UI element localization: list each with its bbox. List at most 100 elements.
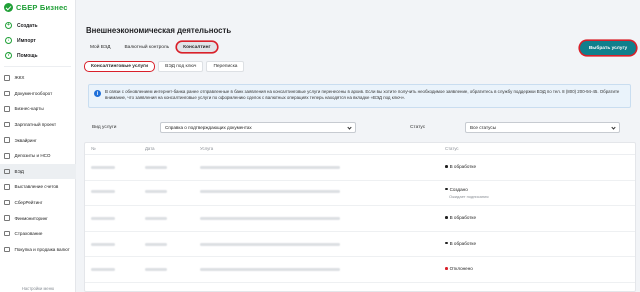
globe-icon: [4, 168, 10, 175]
tab-consulting[interactable]: Консалтинг: [177, 42, 217, 52]
sidebar-item-label: СберРейтинг: [14, 200, 43, 206]
sidebar-item-insurance[interactable]: Страхование: [0, 226, 76, 242]
choose-service-button[interactable]: Выбрать услугу: [580, 41, 636, 55]
table-row[interactable]: Создано Ожидает подписания: [85, 181, 635, 206]
sber-logo-icon: [4, 3, 13, 12]
sidebar-item-label: Зарплатный проект: [14, 122, 57, 128]
info-icon: i: [94, 90, 101, 97]
currency-icon: [4, 246, 10, 253]
status-text: Отклонено: [449, 266, 473, 271]
brand-name: СБЕР Бизнес: [16, 3, 68, 12]
main-tabs: Мой ВЭД Валютный контроль Консалтинг: [84, 42, 217, 52]
sidebar-item-salary[interactable]: Зарплатный проект: [0, 117, 76, 133]
subtab-correspondence[interactable]: Переписка: [206, 61, 245, 72]
card-icon: [4, 106, 10, 112]
sidebar-item-invoices[interactable]: Выставление счетов: [0, 179, 76, 195]
house-icon: [4, 75, 10, 81]
redacted-number: [91, 217, 115, 220]
acquiring-icon: [4, 137, 10, 143]
sidebar: СБЕР Бизнес + Создать ↓ Импорт ? Помощь …: [0, 0, 76, 292]
column-status: Статус: [445, 146, 459, 151]
column-number: №: [91, 146, 96, 151]
status-note: Ожидает подписания: [449, 193, 489, 199]
status-text: Создано: [449, 186, 468, 192]
chevron-down-icon: [611, 125, 616, 130]
redacted-date: [145, 242, 167, 246]
sidebar-item-finmonitoring[interactable]: Финмониторинг: [0, 210, 76, 226]
subtab-turnkey-ved[interactable]: ВЭД под ключ: [158, 61, 204, 72]
column-service: Услуга: [200, 146, 214, 151]
status-filter-label: Статус: [410, 125, 426, 130]
sidebar-item-zhkh[interactable]: ЖКХ: [0, 70, 76, 86]
status-dot: [445, 216, 448, 219]
logo[interactable]: СБЕР Бизнес: [4, 3, 68, 12]
column-date: Дата: [145, 146, 155, 151]
create-label: Создать: [17, 22, 38, 29]
sidebar-item-ved[interactable]: ВЭД: [0, 163, 76, 180]
redacted-number: [91, 268, 115, 271]
status-dot: [445, 165, 448, 168]
status-dot: [445, 187, 448, 191]
redacted-number: [91, 166, 115, 169]
table-row[interactable]: В обработке: [85, 155, 635, 181]
redacted-service: [200, 242, 340, 246]
insurance-icon: [4, 230, 10, 237]
import-icon: ↓: [5, 37, 12, 44]
service-select[interactable]: Справка о подтверждающих документах: [160, 122, 356, 133]
sidebar-item-label: Выставление счетов: [14, 184, 59, 190]
table-header: № Дата Услуга Статус: [85, 143, 635, 155]
page-title: Внешнеэкономическая деятельность: [86, 26, 232, 35]
status-badge: Создано: [445, 187, 468, 192]
sidebar-item-business-cards[interactable]: Бизнес-карты: [0, 101, 76, 117]
redacted-date: [145, 189, 167, 193]
table-row[interactable]: Отклонено: [85, 257, 635, 283]
sidebar-item-label: Документооборот: [14, 90, 53, 96]
redacted-date: [145, 217, 167, 220]
plus-icon: +: [5, 22, 12, 29]
subtab-consulting-services[interactable]: Консалтинговые услуги: [84, 61, 156, 72]
sidebar-divider: [4, 66, 71, 67]
status-badge: В обработке: [445, 241, 476, 246]
sidebar-item-currency[interactable]: Покупка и продажа валют: [0, 242, 76, 258]
status-select[interactable]: Все статусы: [465, 122, 620, 133]
documents-icon: [4, 90, 10, 97]
tab-currency-control[interactable]: Валютный контроль: [118, 42, 175, 52]
redacted-date: [145, 166, 167, 169]
rating-icon: [4, 199, 10, 206]
salary-icon: [4, 121, 10, 128]
status-badge: Отклонено: [445, 266, 473, 271]
sidebar-item-documents[interactable]: Документооборот: [0, 86, 76, 102]
sidebar-item-deposits[interactable]: Депозиты и НСО: [0, 148, 76, 164]
menu-settings-link[interactable]: Настройки меню: [0, 286, 76, 291]
help-icon: ?: [5, 52, 12, 59]
sub-tabs: Консалтинговые услуги ВЭД под ключ Переп…: [84, 61, 245, 72]
create-button[interactable]: + Создать: [0, 18, 76, 33]
redacted-service: [200, 189, 340, 193]
info-banner: i В связи с обновлением интернет-банка р…: [88, 84, 631, 108]
help-button[interactable]: ? Помощь: [0, 48, 76, 63]
status-select-value: Все статусы: [470, 125, 496, 130]
sidebar-nav: ЖКХ Документооборот Бизнес-карты Зарплат…: [0, 70, 76, 257]
help-label: Помощь: [17, 52, 38, 59]
sidebar-item-label: Покупка и продажа валют: [14, 246, 70, 252]
import-button[interactable]: ↓ Импорт: [0, 33, 76, 48]
sidebar-item-acquiring[interactable]: Эквайринг: [0, 132, 76, 148]
status-badge: В обработке: [445, 215, 476, 220]
sidebar-item-sberrating[interactable]: СберРейтинг: [0, 195, 76, 211]
status-text: В обработке: [449, 164, 477, 169]
service-filter-label: Вид услуги: [92, 125, 117, 130]
redacted-service: [200, 268, 340, 271]
sidebar-item-label: Бизнес-карты: [14, 106, 44, 112]
sidebar-item-label: ЖКХ: [14, 75, 25, 81]
tab-my-ved[interactable]: Мой ВЭД: [84, 42, 116, 52]
table-row[interactable]: В обработке: [85, 206, 635, 232]
sidebar-item-label: Эквайринг: [14, 137, 37, 143]
invoice-icon: [4, 184, 10, 190]
sidebar-item-label: Финмониторинг: [14, 215, 48, 221]
status-dot: [445, 267, 448, 270]
table-row[interactable]: В обработке: [85, 232, 635, 257]
chevron-down-icon: [347, 125, 352, 130]
service-select-value: Справка о подтверждающих документах: [165, 125, 252, 130]
status-text: В обработке: [449, 240, 477, 246]
monitor-icon: [4, 215, 10, 221]
